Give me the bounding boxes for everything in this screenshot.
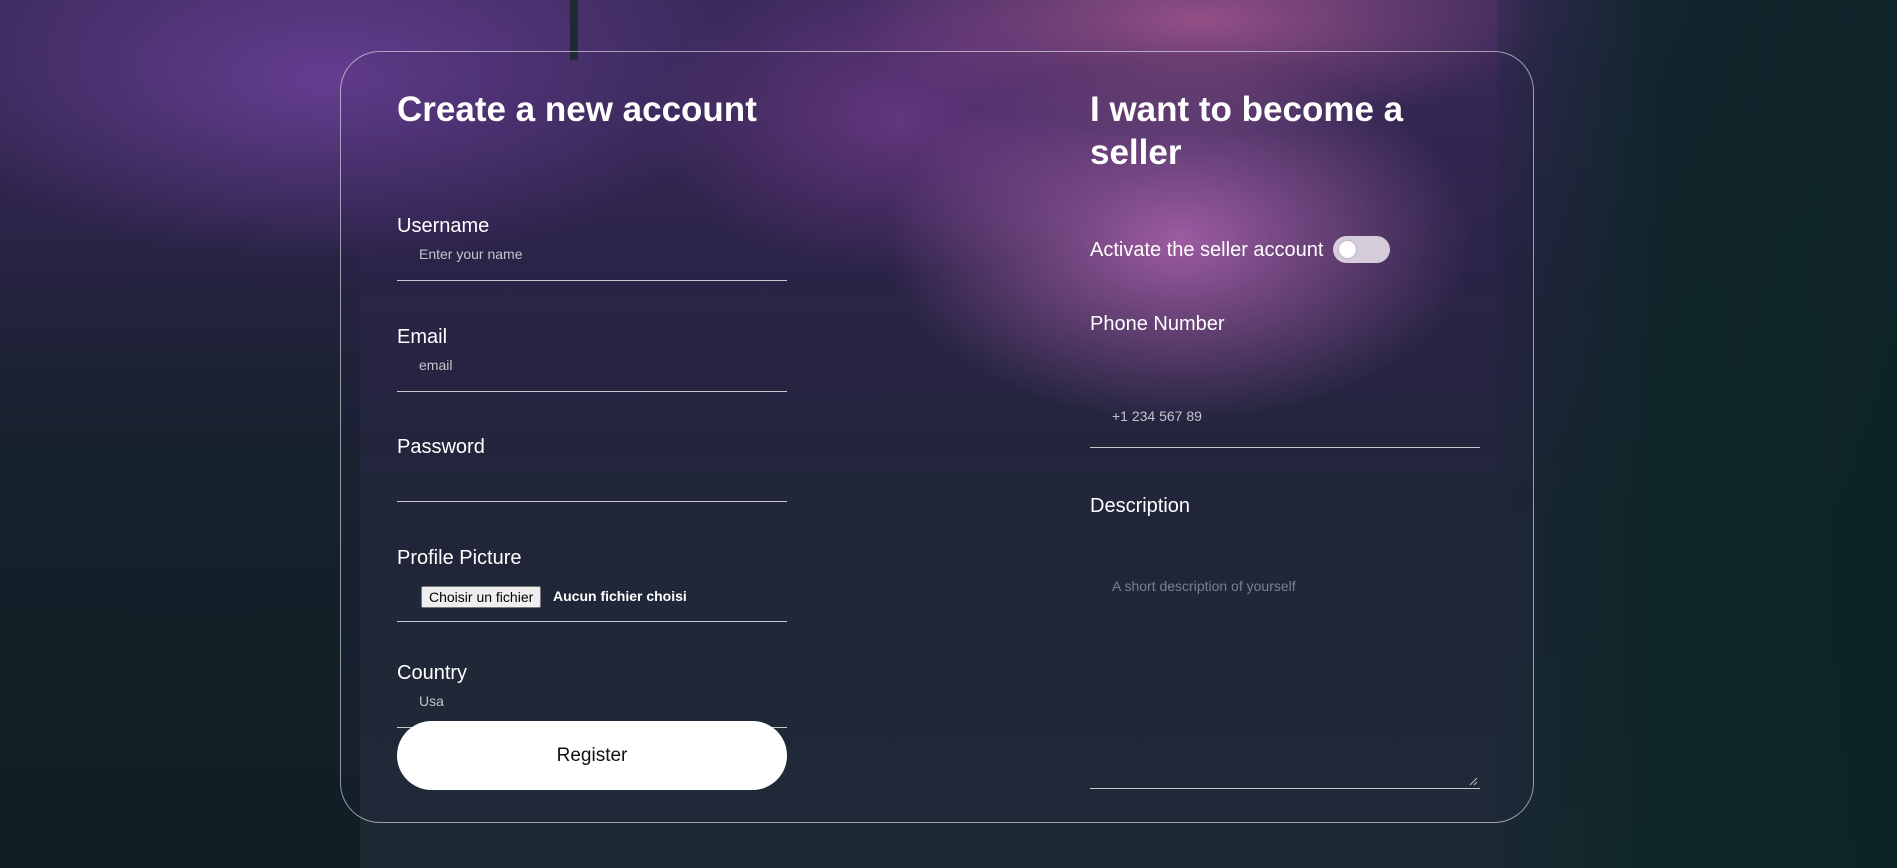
seller-account-toggle[interactable] (1333, 236, 1391, 263)
email-input[interactable]: email (397, 337, 787, 392)
profile-picture-input: Choisir un fichier Aucun fichier choisi (397, 563, 787, 622)
phone-input[interactable]: +1 234 567 89 (1090, 374, 1480, 448)
description-group: Description (1090, 494, 1480, 518)
country-placeholder: Usa (419, 693, 444, 709)
signup-title: Create a new account (397, 90, 757, 129)
username-placeholder: Enter your name (419, 246, 523, 262)
choose-file-button[interactable]: Choisir un fichier (421, 586, 542, 608)
background-building (0, 220, 360, 868)
seller-toggle-row: Activate the seller account (1090, 236, 1391, 263)
password-input[interactable] (397, 447, 787, 502)
country-input[interactable]: Usa (397, 673, 787, 728)
phone-placeholder: +1 234 567 89 (1112, 408, 1202, 424)
resize-handle-icon[interactable] (1468, 776, 1478, 786)
signup-column: Create a new account Username Enter your… (397, 88, 787, 790)
seller-column: I want to become a seller Activate the s… (1090, 88, 1480, 789)
email-placeholder: email (419, 357, 453, 373)
phone-label: Phone Number (1090, 313, 1225, 335)
file-status-text: Aucun fichier choisi (553, 588, 687, 604)
seller-toggle-label: Activate the seller account (1090, 238, 1324, 261)
register-button[interactable]: Register (397, 721, 787, 790)
background-trees (1497, 0, 1897, 868)
description-placeholder: A short description of yourself (1112, 578, 1296, 594)
seller-title: I want to become a seller (1090, 90, 1404, 172)
description-textarea[interactable]: A short description of yourself (1090, 538, 1480, 789)
phone-group: Phone Number (1090, 312, 1480, 336)
registration-card: Create a new account Username Enter your… (340, 51, 1534, 823)
description-label: Description (1090, 495, 1191, 517)
toggle-knob (1339, 241, 1357, 258)
username-input[interactable]: Enter your name (397, 226, 787, 281)
